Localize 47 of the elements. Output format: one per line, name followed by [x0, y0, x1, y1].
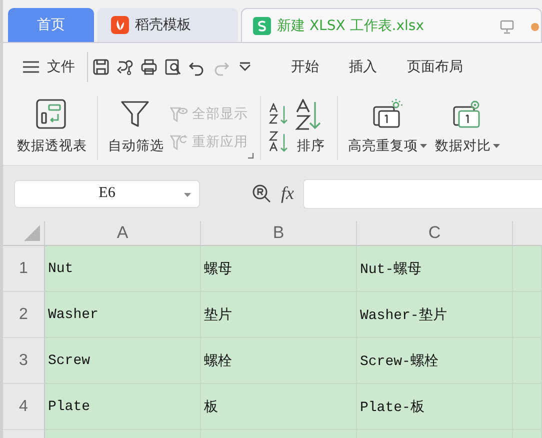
dropdown-caret-icon	[184, 192, 191, 196]
row-header[interactable]: 1	[3, 246, 45, 292]
menu-tab[interactable]: 插入	[334, 58, 392, 76]
formula-field[interactable]	[303, 178, 542, 208]
pivot-table-icon	[36, 99, 68, 131]
highlight-duplicates-icon	[372, 99, 404, 131]
table-cell: 螺母	[201, 246, 357, 292]
monitor-icon[interactable]	[500, 20, 514, 34]
table-cell: Plate-板	[357, 384, 513, 430]
ribbon-button[interactable]: 数据对比	[431, 91, 504, 165]
table-cell: Nut-螺母	[357, 246, 513, 292]
column-header[interactable]: C	[357, 221, 513, 245]
table-cell: Nut	[45, 246, 201, 292]
menu-icon	[23, 61, 39, 73]
row-header[interactable]: 2	[3, 292, 45, 338]
name-box[interactable]: E6	[14, 180, 200, 208]
save-icon[interactable]	[92, 58, 110, 76]
ribbon-button[interactable]: 高亮重复项	[344, 91, 431, 165]
table-cell: 螺栓	[201, 338, 357, 384]
function-button[interactable]: fx	[281, 183, 294, 204]
tab[interactable]: 稻壳模板	[97, 8, 238, 42]
flame-icon	[111, 16, 129, 34]
print-icon[interactable]	[140, 58, 158, 76]
dialog-launcher-icon[interactable]	[248, 153, 254, 159]
file-menu[interactable]: 文件	[3, 58, 83, 76]
menu-tab[interactable]: 开始	[276, 58, 334, 76]
table-cell: Plate	[45, 384, 201, 430]
table-cell: Screw	[45, 338, 201, 384]
table-cell: 板	[201, 384, 357, 430]
print-preview-icon[interactable]	[164, 58, 182, 76]
funnel-refresh-icon	[170, 134, 188, 150]
sheet-logo-icon	[253, 16, 271, 34]
table-cell: Screw-螺栓	[357, 338, 513, 384]
zoom-icon[interactable]	[252, 184, 272, 204]
table-cell: Washer	[45, 292, 201, 338]
column-header[interactable]: A	[45, 221, 201, 245]
status-dot-icon	[531, 23, 539, 31]
table-cell: 垫片	[201, 292, 357, 338]
row-header[interactable]: 3	[3, 338, 45, 384]
ribbon-button[interactable]: 自动筛选	[104, 91, 168, 165]
menu-tab[interactable]: 页面布局	[392, 58, 478, 76]
ribbon-button[interactable]: 数据透视表	[13, 91, 91, 165]
row-header[interactable]: 4	[3, 384, 45, 430]
column-header[interactable]: B	[201, 221, 357, 245]
table-cell: Washer-垫片	[357, 292, 513, 338]
funnel-eye-icon	[170, 106, 188, 122]
ribbon-button[interactable]: 排序	[295, 91, 331, 165]
